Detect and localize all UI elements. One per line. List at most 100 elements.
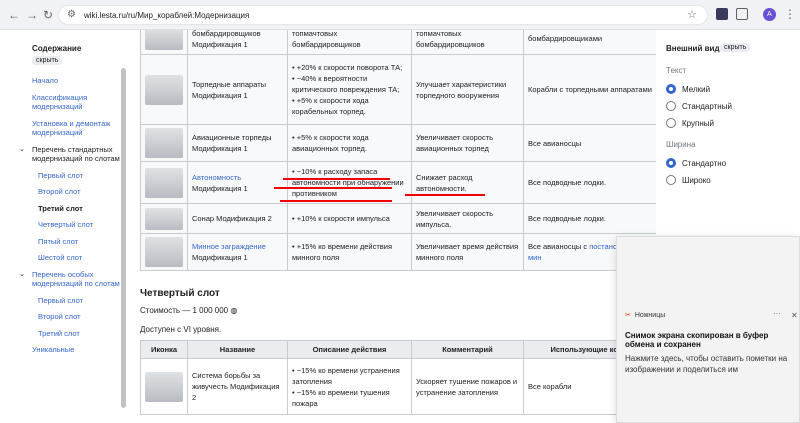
radio-width-standard[interactable]: Стандартно: [666, 158, 726, 168]
collapse-caret-icon[interactable]: ⌄: [19, 270, 25, 278]
table-row: бомбардировщиков Модификация 1 топмачтов…: [140, 30, 656, 55]
radio-large[interactable]: Крупный: [666, 118, 714, 128]
column-header[interactable]: Название: [187, 340, 288, 359]
upgrade-name: Торпедные аппараты Модификация 1: [187, 54, 288, 125]
toc-item[interactable]: Классификация модернизаций: [20, 93, 120, 112]
appearance-title: Внешний вид: [666, 44, 720, 53]
toc-item[interactable]: Второй слот: [20, 187, 120, 197]
toast-heading: Снимок экрана скопирован в буфер обмена …: [625, 331, 769, 349]
toc-item[interactable]: Пятый слот: [20, 237, 120, 247]
upgrade-comment: Увеличивает скорость импульса.: [411, 203, 524, 234]
upgrade-icon: [145, 207, 183, 230]
toc-item[interactable]: Уникальные: [20, 345, 120, 355]
menu-dots-icon[interactable]: ⋮: [784, 7, 796, 21]
toc-item[interactable]: Второй слот: [20, 312, 120, 322]
back-icon[interactable]: ←: [8, 8, 20, 22]
toc-item[interactable]: Первый слот: [20, 296, 120, 306]
extension-icon[interactable]: [716, 8, 728, 20]
radio-standard[interactable]: Стандартный: [666, 101, 732, 111]
upgrades-table-fourth-slot: Иконка Название Описание действия Коммен…: [140, 340, 656, 415]
upgrade-usage: бомбардировщиками: [523, 30, 656, 55]
toc-list: Начало Классификация модернизаций Устано…: [19, 76, 120, 362]
table-row: Минное заграждение Модификация 1 +15% ко …: [140, 233, 656, 271]
desc-item: +20% к скорости поворота ТА;: [292, 62, 407, 73]
upgrade-name: Модификация 1: [192, 253, 248, 262]
toc-item[interactable]: Шестой слот: [20, 253, 120, 263]
desc-item: −10% к расходу запаса автономности при о…: [292, 166, 407, 199]
close-icon[interactable]: ✕: [791, 311, 798, 320]
browser-toolbar: ← → ↻ ⚙ wiki.lesta.ru/ru/Мир_кораблей:Мо…: [0, 0, 800, 30]
toc-item[interactable]: Установка и демонтаж модернизаций: [20, 119, 120, 138]
upgrade-comment: Увеличивает время действия минного поля: [411, 233, 524, 271]
scissors-icon: ✂: [625, 312, 631, 319]
toc-item[interactable]: Перечень стандартных модернизаций по сло…: [20, 145, 120, 164]
toc-item[interactable]: Начало: [20, 76, 120, 86]
reload-icon[interactable]: ↻: [43, 8, 53, 22]
upgrade-name: Модификация 1: [192, 183, 248, 193]
section-cost: Стоимость — 1 000 000 ◍: [140, 306, 238, 315]
desc-item: −15% ко времени тушения пожара: [292, 387, 407, 409]
upgrade-usage: Корабли с торпедными аппаратами: [523, 54, 656, 125]
toast-app-name: ✂ Ножницы: [625, 311, 666, 320]
article-content: бомбардировщиков Модификация 1 топмачтов…: [128, 30, 656, 423]
table-row: Авиационные торпеды Модификация 1 +5% к …: [140, 124, 656, 162]
bookmark-star-icon[interactable]: ☆: [687, 8, 697, 21]
red-underline: [405, 194, 485, 196]
section-heading: Четвертый слот: [140, 288, 220, 299]
table-row: Сонар Модификация 2 +10% к скорости импу…: [140, 203, 656, 234]
toc-item[interactable]: Перечень особых модернизаций по слотам: [20, 270, 120, 289]
upgrade-icon: [145, 128, 183, 158]
address-bar[interactable]: ⚙ wiki.lesta.ru/ru/Мир_кораблей:Модерниз…: [58, 5, 708, 25]
toc-item-current[interactable]: Третий слот: [20, 204, 120, 214]
credits-icon: ◍: [230, 306, 238, 315]
table-row: АвтономностьМодификация 1 −10% к расходу…: [140, 161, 656, 204]
radio-small[interactable]: Мелкий: [666, 84, 710, 94]
table-row: Система борьбы за живучесть Модификация …: [140, 358, 656, 415]
upgrade-link[interactable]: Минное заграждение: [192, 242, 266, 251]
upgrade-comment: Улучшает характеристики торпедного воору…: [411, 54, 524, 125]
toc-item[interactable]: Первый слот: [20, 171, 120, 181]
upgrade-icon: [145, 30, 183, 50]
desc-item: +10% к скорости импульса: [292, 213, 407, 224]
profile-avatar[interactable]: A: [763, 8, 776, 21]
table-row: Торпедные аппараты Модификация 1 +20% к …: [140, 54, 656, 125]
upgrade-comment: топмачтовых бомбардировщиков: [411, 30, 524, 55]
upgrade-usage: Все подводные лодки.: [523, 161, 656, 204]
upgrade-icon: [145, 167, 183, 198]
upgrade-comment: Увеличивает скорость авиационных торпед: [411, 124, 524, 162]
width-label: Ширина: [666, 140, 696, 149]
column-header[interactable]: Иконка: [140, 340, 188, 359]
text-size-label: Текст: [666, 66, 687, 75]
snipping-notification[interactable]: ✂ Ножницы ··· ✕ Снимок экрана скопирован …: [616, 236, 800, 423]
forward-icon[interactable]: →: [26, 8, 38, 22]
upgrade-name: Авиационные торпеды Модификация 1: [187, 124, 288, 162]
upgrade-desc: топмачтовых бомбардировщиков: [287, 30, 412, 55]
red-underline: [283, 178, 390, 180]
upgrade-usage: Все авианосцы с: [528, 242, 590, 251]
site-info-icon[interactable]: ⚙: [67, 9, 76, 20]
upgrade-comment: Ускоряет тушение пожаров и устранение за…: [411, 358, 524, 415]
upgrade-usage: Все подводные лодки.: [523, 203, 656, 234]
toc-hide-button[interactable]: скрыть: [32, 56, 63, 65]
url-text: wiki.lesta.ru/ru/Мир_кораблей:Модернизац…: [84, 11, 250, 20]
upgrade-link[interactable]: Автономность: [192, 173, 241, 182]
upgrade-name: Система борьбы за живучесть Модификация …: [187, 358, 288, 415]
toast-body: Нажмите здесь, чтобы оставить пометки на…: [625, 354, 788, 374]
table-header-row: Иконка Название Описание действия Коммен…: [140, 340, 656, 359]
appearance-hide-button[interactable]: скрыть: [720, 43, 751, 52]
desc-item: −40% к вероятности критического поврежде…: [292, 73, 407, 95]
section-availability: Доступен с VI уровня.: [140, 325, 222, 334]
column-header[interactable]: Комментарий: [411, 340, 524, 359]
more-options-icon[interactable]: ···: [773, 309, 781, 318]
column-header[interactable]: Описание действия: [287, 340, 412, 359]
toc-item[interactable]: Третий слот: [20, 329, 120, 339]
upgrade-icon: [145, 74, 183, 105]
toc-item[interactable]: Четвертый слот: [20, 220, 120, 230]
radio-width-wide[interactable]: Широко: [666, 175, 711, 185]
sidebar-scrollbar[interactable]: [121, 68, 126, 408]
upgrade-name: бомбардировщиков Модификация 1: [187, 30, 288, 55]
toc-title: Содержание: [32, 44, 82, 53]
extensions-puzzle-icon[interactable]: [736, 8, 748, 20]
desc-item: +5% к скорости хода авиационных торпед.: [292, 132, 407, 154]
collapse-caret-icon[interactable]: ⌄: [19, 145, 25, 153]
